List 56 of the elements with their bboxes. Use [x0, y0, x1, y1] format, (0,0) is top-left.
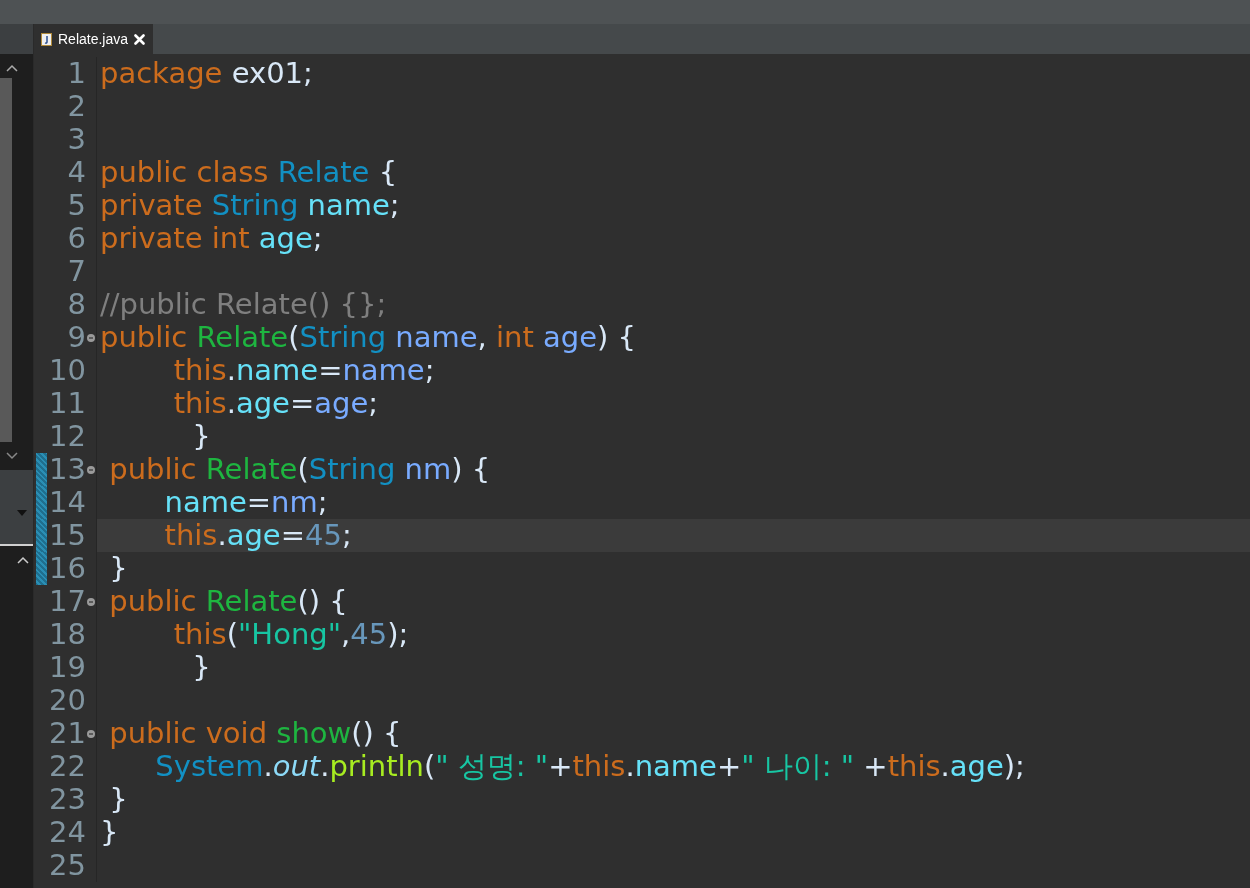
close-icon[interactable] — [134, 33, 146, 45]
line-number: 5 — [66, 189, 86, 222]
collapse-icon[interactable] — [87, 465, 95, 474]
code-line: } — [108, 552, 129, 585]
code-line: //public Relate() {}; — [99, 288, 388, 321]
editor-tab[interactable]: Relate.java — [34, 24, 154, 54]
code-line: this.name=name; — [172, 354, 436, 387]
line-number: 24 — [48, 816, 86, 849]
scrollbar-track[interactable] — [0, 78, 12, 442]
line-number: 16 — [48, 552, 86, 585]
tab-title: Relate.java — [58, 31, 129, 47]
code-line: public void show() { — [108, 717, 403, 750]
code-line: name=nm; — [163, 486, 329, 519]
code-line: } — [191, 651, 212, 684]
scroll-up-icon[interactable] — [6, 64, 18, 72]
code-line: private String name; — [99, 189, 401, 222]
code-line: this("Hong",45); — [172, 618, 410, 651]
line-number: 18 — [48, 618, 86, 651]
line-number: 14 — [48, 486, 86, 519]
code-line: System.out.println(" 성명: "+this.name+" 나이: " +this.age); — [154, 750, 1026, 783]
line-number: 11 — [48, 387, 86, 420]
line-number: 13 — [48, 453, 86, 486]
line-number: 23 — [48, 783, 86, 816]
line-number: 19 — [48, 651, 86, 684]
code-line: this.age=age; — [172, 387, 380, 420]
line-number: 1 — [66, 57, 86, 90]
line-number: 7 — [66, 255, 86, 288]
line-number: 12 — [48, 420, 86, 453]
line-number: 10 — [48, 354, 86, 387]
line-number: 3 — [66, 123, 86, 156]
java-file-icon — [41, 32, 52, 46]
line-number: 2 — [66, 90, 86, 123]
line-number: 6 — [66, 222, 86, 255]
code-line: public Relate() { — [108, 585, 349, 618]
collapse-icon[interactable] — [87, 333, 95, 342]
line-number: 25 — [48, 849, 86, 882]
line-number: 20 — [48, 684, 86, 717]
line-number: 21 — [48, 717, 86, 750]
line-number: 8 — [66, 288, 86, 321]
code-line: public Relate(String name, int age) { — [99, 321, 638, 354]
line-number: 22 — [48, 750, 86, 783]
line-number: 4 — [66, 156, 86, 189]
scroll-up-icon[interactable] — [17, 556, 29, 564]
collapse-icon[interactable] — [87, 597, 95, 606]
line-number: 15 — [48, 519, 86, 552]
code-line: package ex01; — [99, 57, 314, 90]
code-line: public class Relate { — [99, 156, 399, 189]
code-line: } — [99, 816, 120, 849]
scroll-down-icon[interactable] — [6, 452, 18, 460]
line-number: 17 — [48, 585, 86, 618]
code-line: private int age; — [99, 222, 324, 255]
code-line: public Relate(String nm) { — [108, 453, 492, 486]
code-line: } — [108, 783, 129, 816]
code-line: } — [191, 420, 212, 453]
line-number: 9 — [66, 321, 86, 354]
collapse-icon[interactable] — [87, 729, 95, 738]
